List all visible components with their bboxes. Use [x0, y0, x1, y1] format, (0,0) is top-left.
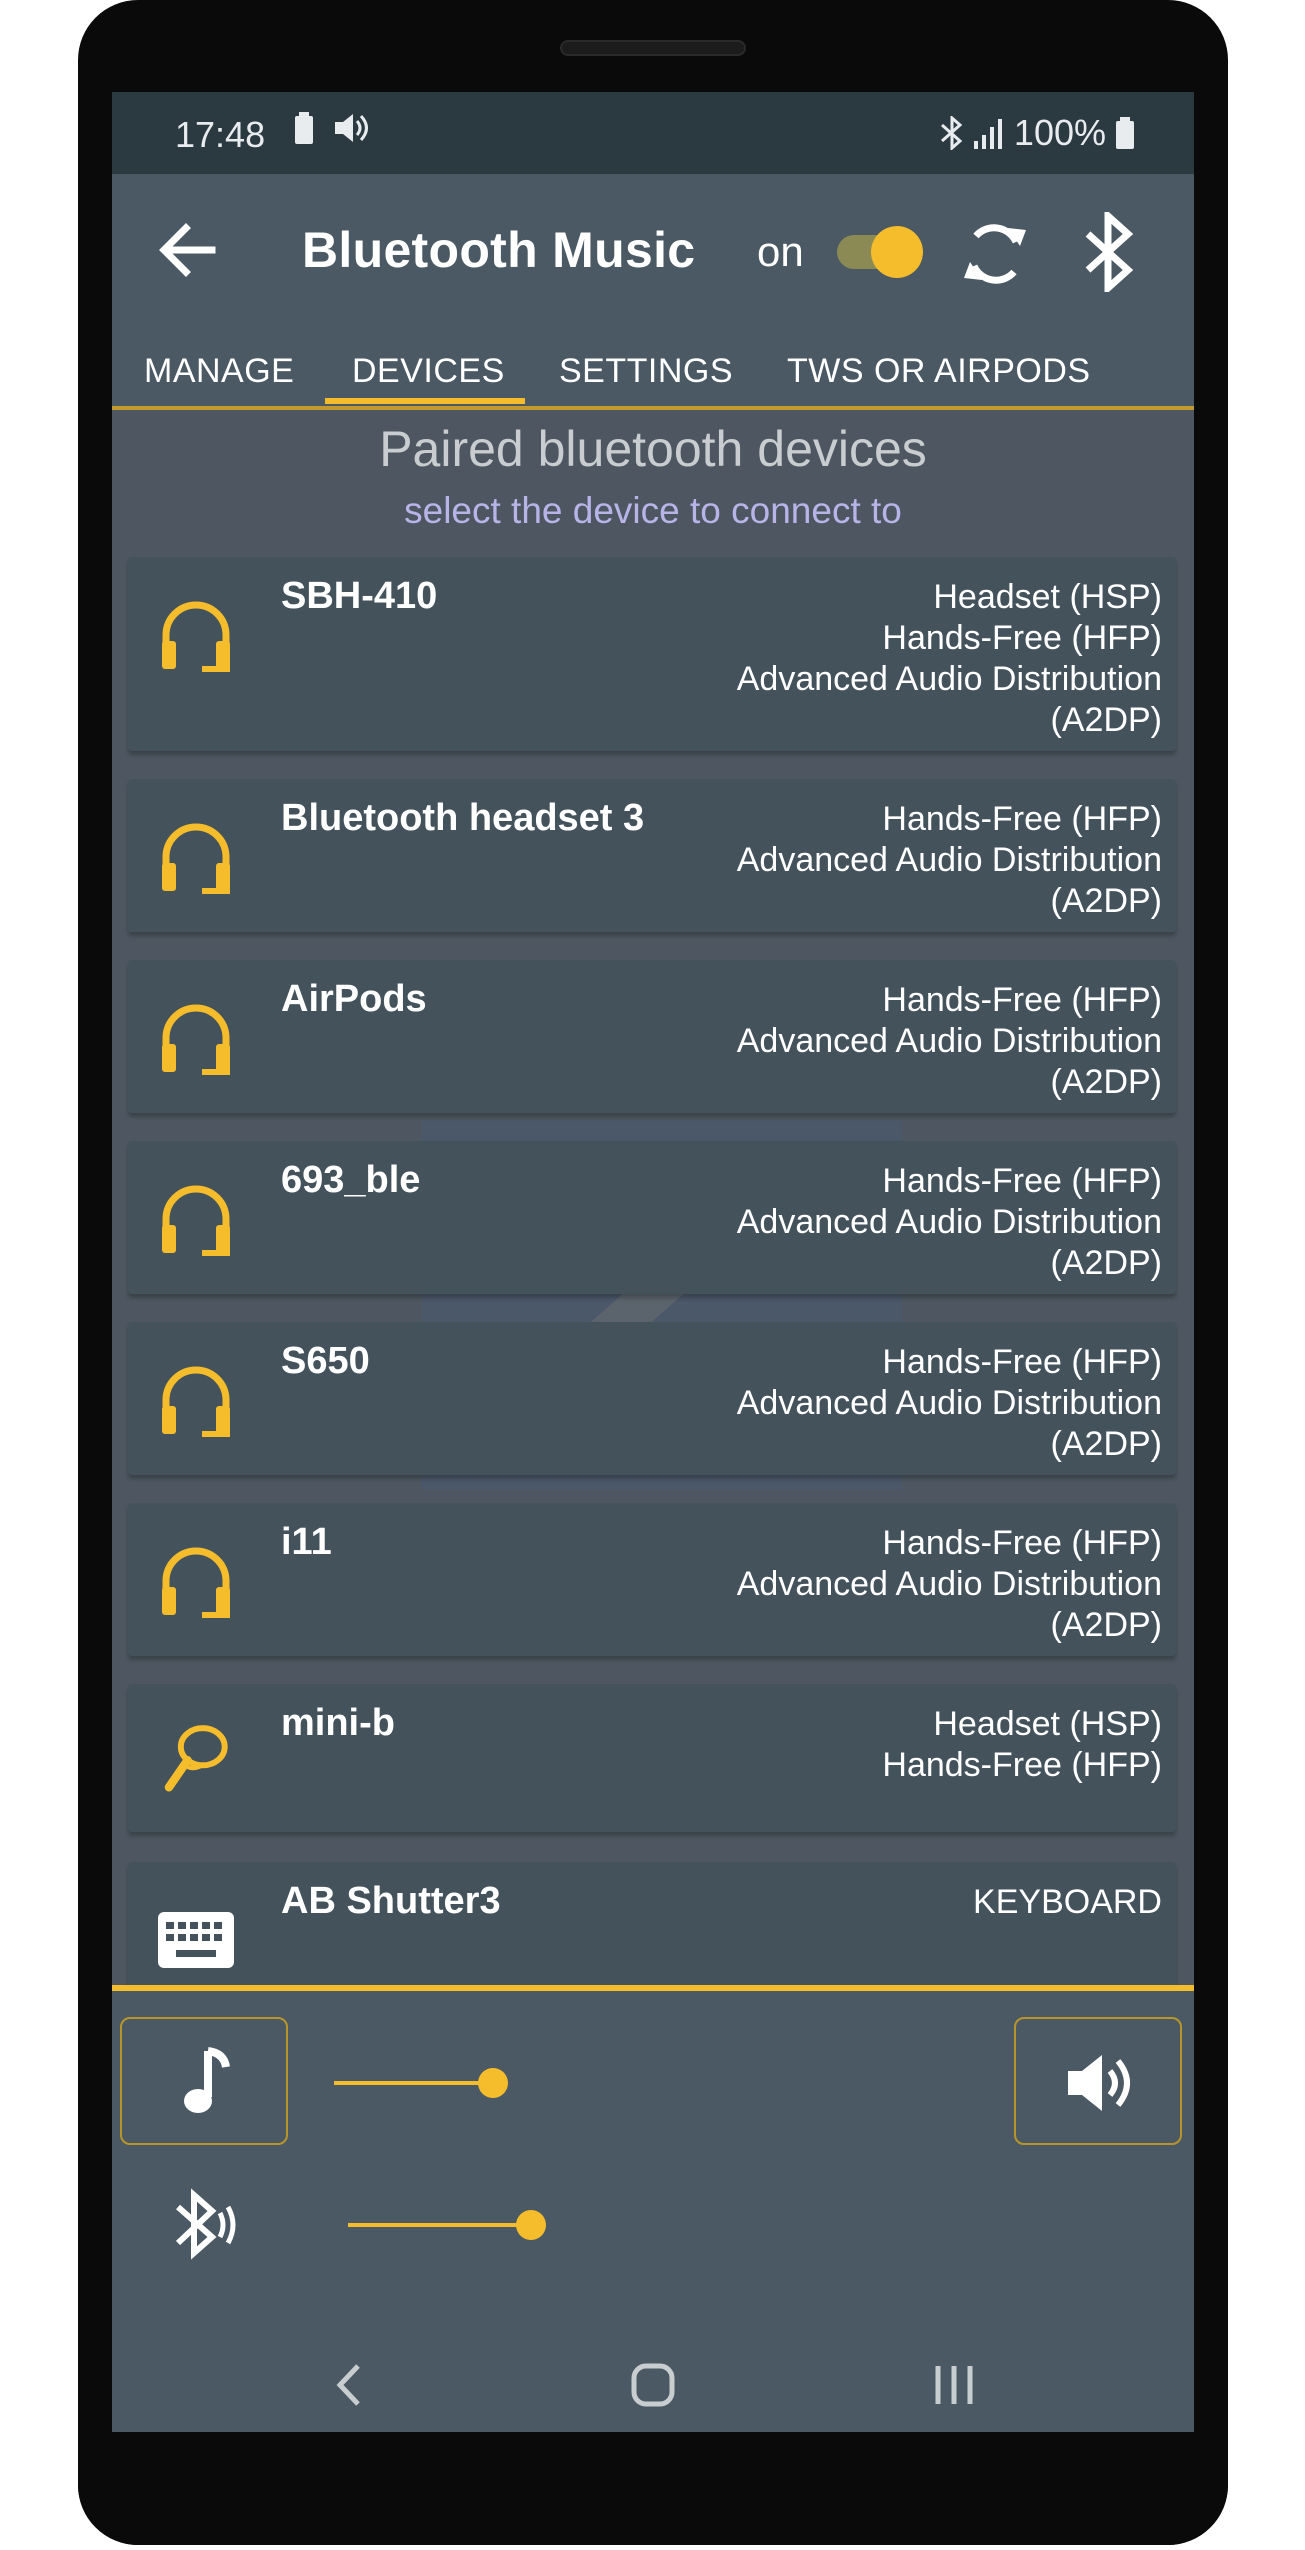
keyboard-icon: [158, 1912, 234, 1968]
status-bar: 17:48 100%: [112, 92, 1194, 174]
profile-line: Hands-Free (HFP): [882, 800, 1162, 838]
speaker-button[interactable]: [1014, 2017, 1182, 2145]
nav-recents-icon[interactable]: [932, 2362, 976, 2408]
device-card[interactable]: AB Shutter3 KEYBOARD: [128, 1862, 1176, 1985]
device-profiles: Hands-Free (HFP) Advanced Audio Distribu…: [737, 799, 1162, 922]
device-profiles: KEYBOARD: [973, 1882, 1162, 1923]
profile-line: Hands-Free (HFP): [882, 1524, 1162, 1562]
volume-status-icon: [335, 114, 368, 142]
music-note-icon: [184, 2047, 230, 2113]
device-card[interactable]: S650 Hands-Free (HFP) Advanced Audio Dis…: [128, 1322, 1176, 1475]
device-card[interactable]: 693_ble Hands-Free (HFP) Advanced Audio …: [128, 1141, 1176, 1294]
profile-line: Advanced Audio Distribution: [736, 660, 1162, 698]
bluetooth-audio-icon: [175, 2188, 236, 2260]
enable-toggle[interactable]: [837, 226, 923, 278]
battery-full-icon: [1116, 117, 1134, 149]
device-name: i11: [281, 1521, 332, 1563]
profile-line: Advanced Audio Distribution: [736, 1022, 1162, 1060]
list-header-title: Paired bluetooth devices: [379, 421, 927, 477]
signal-status-icon: [973, 119, 1002, 149]
device-profiles: Hands-Free (HFP) Advanced Audio Distribu…: [737, 1523, 1162, 1646]
profile-line: Headset (HSP): [933, 578, 1162, 616]
music-volume-thumb[interactable]: [478, 2068, 508, 2098]
headphones-icon: [162, 823, 230, 894]
music-volume-track: [334, 2081, 493, 2085]
profile-line: Headset (HSP): [933, 1705, 1162, 1743]
profile-line: (A2DP): [1050, 701, 1162, 739]
profile-line: Advanced Audio Distribution: [736, 1384, 1162, 1422]
status-time: 17:48: [175, 114, 266, 155]
profile-line: (A2DP): [1050, 1606, 1162, 1644]
profile-line: Advanced Audio Distribution: [736, 1203, 1162, 1241]
bluetooth-earpiece-icon: [164, 1725, 228, 1792]
tab-settings[interactable]: SETTINGS: [559, 352, 733, 391]
profile-line: (A2DP): [1050, 1425, 1162, 1463]
profile-line: Hands-Free (HFP): [882, 1162, 1162, 1200]
nav-back-icon[interactable]: [334, 2362, 364, 2408]
profile-line: Hands-Free (HFP): [882, 981, 1162, 1019]
device-name: AB Shutter3: [281, 1880, 501, 1922]
device-profiles: Headset (HSP) Hands-Free (HFP) Advanced …: [737, 577, 1162, 741]
device-name: S650: [281, 1340, 370, 1382]
bluetooth-volume-slider[interactable]: [348, 2210, 648, 2240]
tab-devices[interactable]: DEVICES: [352, 352, 505, 391]
battery-percent: 100%: [1013, 112, 1106, 153]
list-header-subtitle: select the device to connect to: [404, 490, 902, 531]
system-nav-bar: [112, 2342, 1194, 2432]
device-card[interactable]: i11 Hands-Free (HFP) Advanced Audio Dist…: [128, 1503, 1176, 1656]
back-arrow-icon[interactable]: [152, 214, 224, 286]
device-name: 693_ble: [281, 1159, 421, 1201]
bluetooth-status-icon: [940, 116, 963, 150]
tab-bar: MANAGE DEVICES SETTINGS TWS OR AIRPODS: [112, 330, 1194, 410]
device-name: AirPods: [281, 978, 427, 1020]
profile-line: KEYBOARD: [973, 1883, 1162, 1921]
profile-line: Advanced Audio Distribution: [736, 841, 1162, 879]
device-card[interactable]: mini-b Headset (HSP) Hands-Free (HFP): [128, 1684, 1176, 1832]
speaker-volume-icon: [1068, 2055, 1130, 2111]
bluetooth-volume-track: [348, 2223, 531, 2227]
battery-status-icon: [295, 112, 313, 144]
tab-tws-or-airpods[interactable]: TWS OR AIRPODS: [787, 352, 1091, 391]
profile-line: (A2DP): [1050, 1244, 1162, 1282]
profile-line: (A2DP): [1050, 1063, 1162, 1101]
toggle-label: on: [757, 228, 804, 275]
nav-home-icon[interactable]: [630, 2362, 676, 2408]
profile-line: Hands-Free (HFP): [882, 1746, 1162, 1784]
headphones-icon: [162, 601, 230, 672]
music-button[interactable]: [120, 2017, 288, 2145]
music-volume-slider[interactable]: [334, 2068, 634, 2098]
app-bar: Bluetooth Music on: [112, 174, 1194, 330]
bluetooth-icon[interactable]: [1080, 212, 1140, 292]
headphones-icon: [162, 1366, 230, 1437]
refresh-icon[interactable]: [960, 214, 1030, 294]
profile-line: Hands-Free (HFP): [882, 619, 1162, 657]
profile-line: (A2DP): [1050, 882, 1162, 920]
headphones-icon: [162, 1185, 230, 1256]
device-profiles: Hands-Free (HFP) Advanced Audio Distribu…: [737, 980, 1162, 1103]
tab-manage[interactable]: MANAGE: [144, 352, 294, 391]
toggle-knob: [871, 226, 923, 278]
profile-line: Advanced Audio Distribution: [736, 1565, 1162, 1603]
device-card[interactable]: SBH-410 Headset (HSP) Hands-Free (HFP) A…: [128, 557, 1176, 751]
device-card[interactable]: AirPods Hands-Free (HFP) Advanced Audio …: [128, 960, 1176, 1113]
headphones-icon: [162, 1004, 230, 1075]
device-profiles: Hands-Free (HFP) Advanced Audio Distribu…: [737, 1342, 1162, 1465]
screen: 17:48 100% Bluetooth Music on MANAGE DEV…: [112, 92, 1194, 2432]
device-name: mini-b: [281, 1702, 395, 1744]
device-profiles: Headset (HSP) Hands-Free (HFP): [882, 1704, 1162, 1786]
device-name: SBH-410: [281, 575, 438, 617]
headphones-icon: [162, 1547, 230, 1618]
device-name: Bluetooth headset 3: [281, 797, 645, 839]
speaker-grille: [560, 40, 746, 56]
bluetooth-volume-thumb[interactable]: [516, 2210, 546, 2240]
device-profiles: Hands-Free (HFP) Advanced Audio Distribu…: [737, 1161, 1162, 1284]
app-title: Bluetooth Music: [302, 222, 696, 278]
active-tab-indicator: [325, 398, 525, 404]
phone-bottom-frame: [78, 2445, 1228, 2545]
device-list[interactable]: Paired bluetooth devices select the devi…: [112, 410, 1194, 1985]
profile-line: Hands-Free (HFP): [882, 1343, 1162, 1381]
device-card[interactable]: Bluetooth headset 3 Hands-Free (HFP) Adv…: [128, 779, 1176, 932]
